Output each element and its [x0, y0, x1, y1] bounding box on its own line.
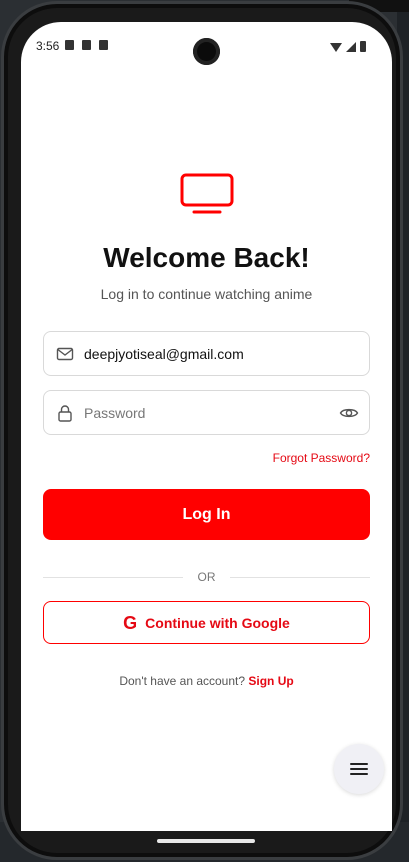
home-indicator[interactable]: [157, 839, 255, 843]
login-button[interactable]: Log In: [43, 489, 370, 540]
menu-icon: [350, 763, 368, 775]
or-divider: OR: [43, 570, 370, 584]
app-screen: 3:56 Welcome Back! Log in to continue wa…: [21, 22, 392, 831]
lock-icon: [58, 405, 72, 422]
status-bar: 3:56: [21, 22, 392, 70]
signup-prompt-text: Don't have an account?: [119, 674, 249, 688]
front-camera: [193, 38, 220, 65]
email-field[interactable]: [43, 331, 370, 376]
google-icon: G: [123, 612, 138, 633]
page-title: Welcome Back!: [103, 242, 310, 273]
mail-icon: [56, 347, 74, 361]
google-signin-button[interactable]: G Continue with Google: [43, 601, 370, 644]
status-time: 3:56: [36, 39, 60, 53]
phone-frame: 3:56 Welcome Back! Log in to continue wa…: [1, 1, 403, 860]
password-input[interactable]: [84, 391, 324, 434]
sim-notification-icon: [82, 40, 91, 50]
tv-icon: [180, 173, 234, 214]
password-field[interactable]: [43, 390, 370, 435]
divider-line-right: [230, 577, 370, 578]
menu-fab-button[interactable]: [334, 744, 384, 794]
email-input[interactable]: [84, 332, 324, 375]
signup-link[interactable]: Sign Up: [248, 674, 293, 688]
page-subtitle: Log in to continue watching anime: [100, 286, 313, 302]
shield-notification-icon: [65, 40, 74, 50]
app-notification-icon: [99, 40, 108, 50]
eye-icon[interactable]: [339, 404, 359, 422]
system-icons: [330, 41, 366, 52]
forgot-password-link[interactable]: Forgot Password?: [273, 451, 370, 465]
battery-icon: [360, 41, 366, 52]
signup-prompt: Don't have an account? Sign Up: [21, 674, 392, 688]
signal-icon: [346, 42, 356, 52]
google-button-label: Continue with Google: [145, 614, 290, 631]
wifi-icon: [330, 43, 342, 52]
notification-icons: [65, 40, 108, 50]
